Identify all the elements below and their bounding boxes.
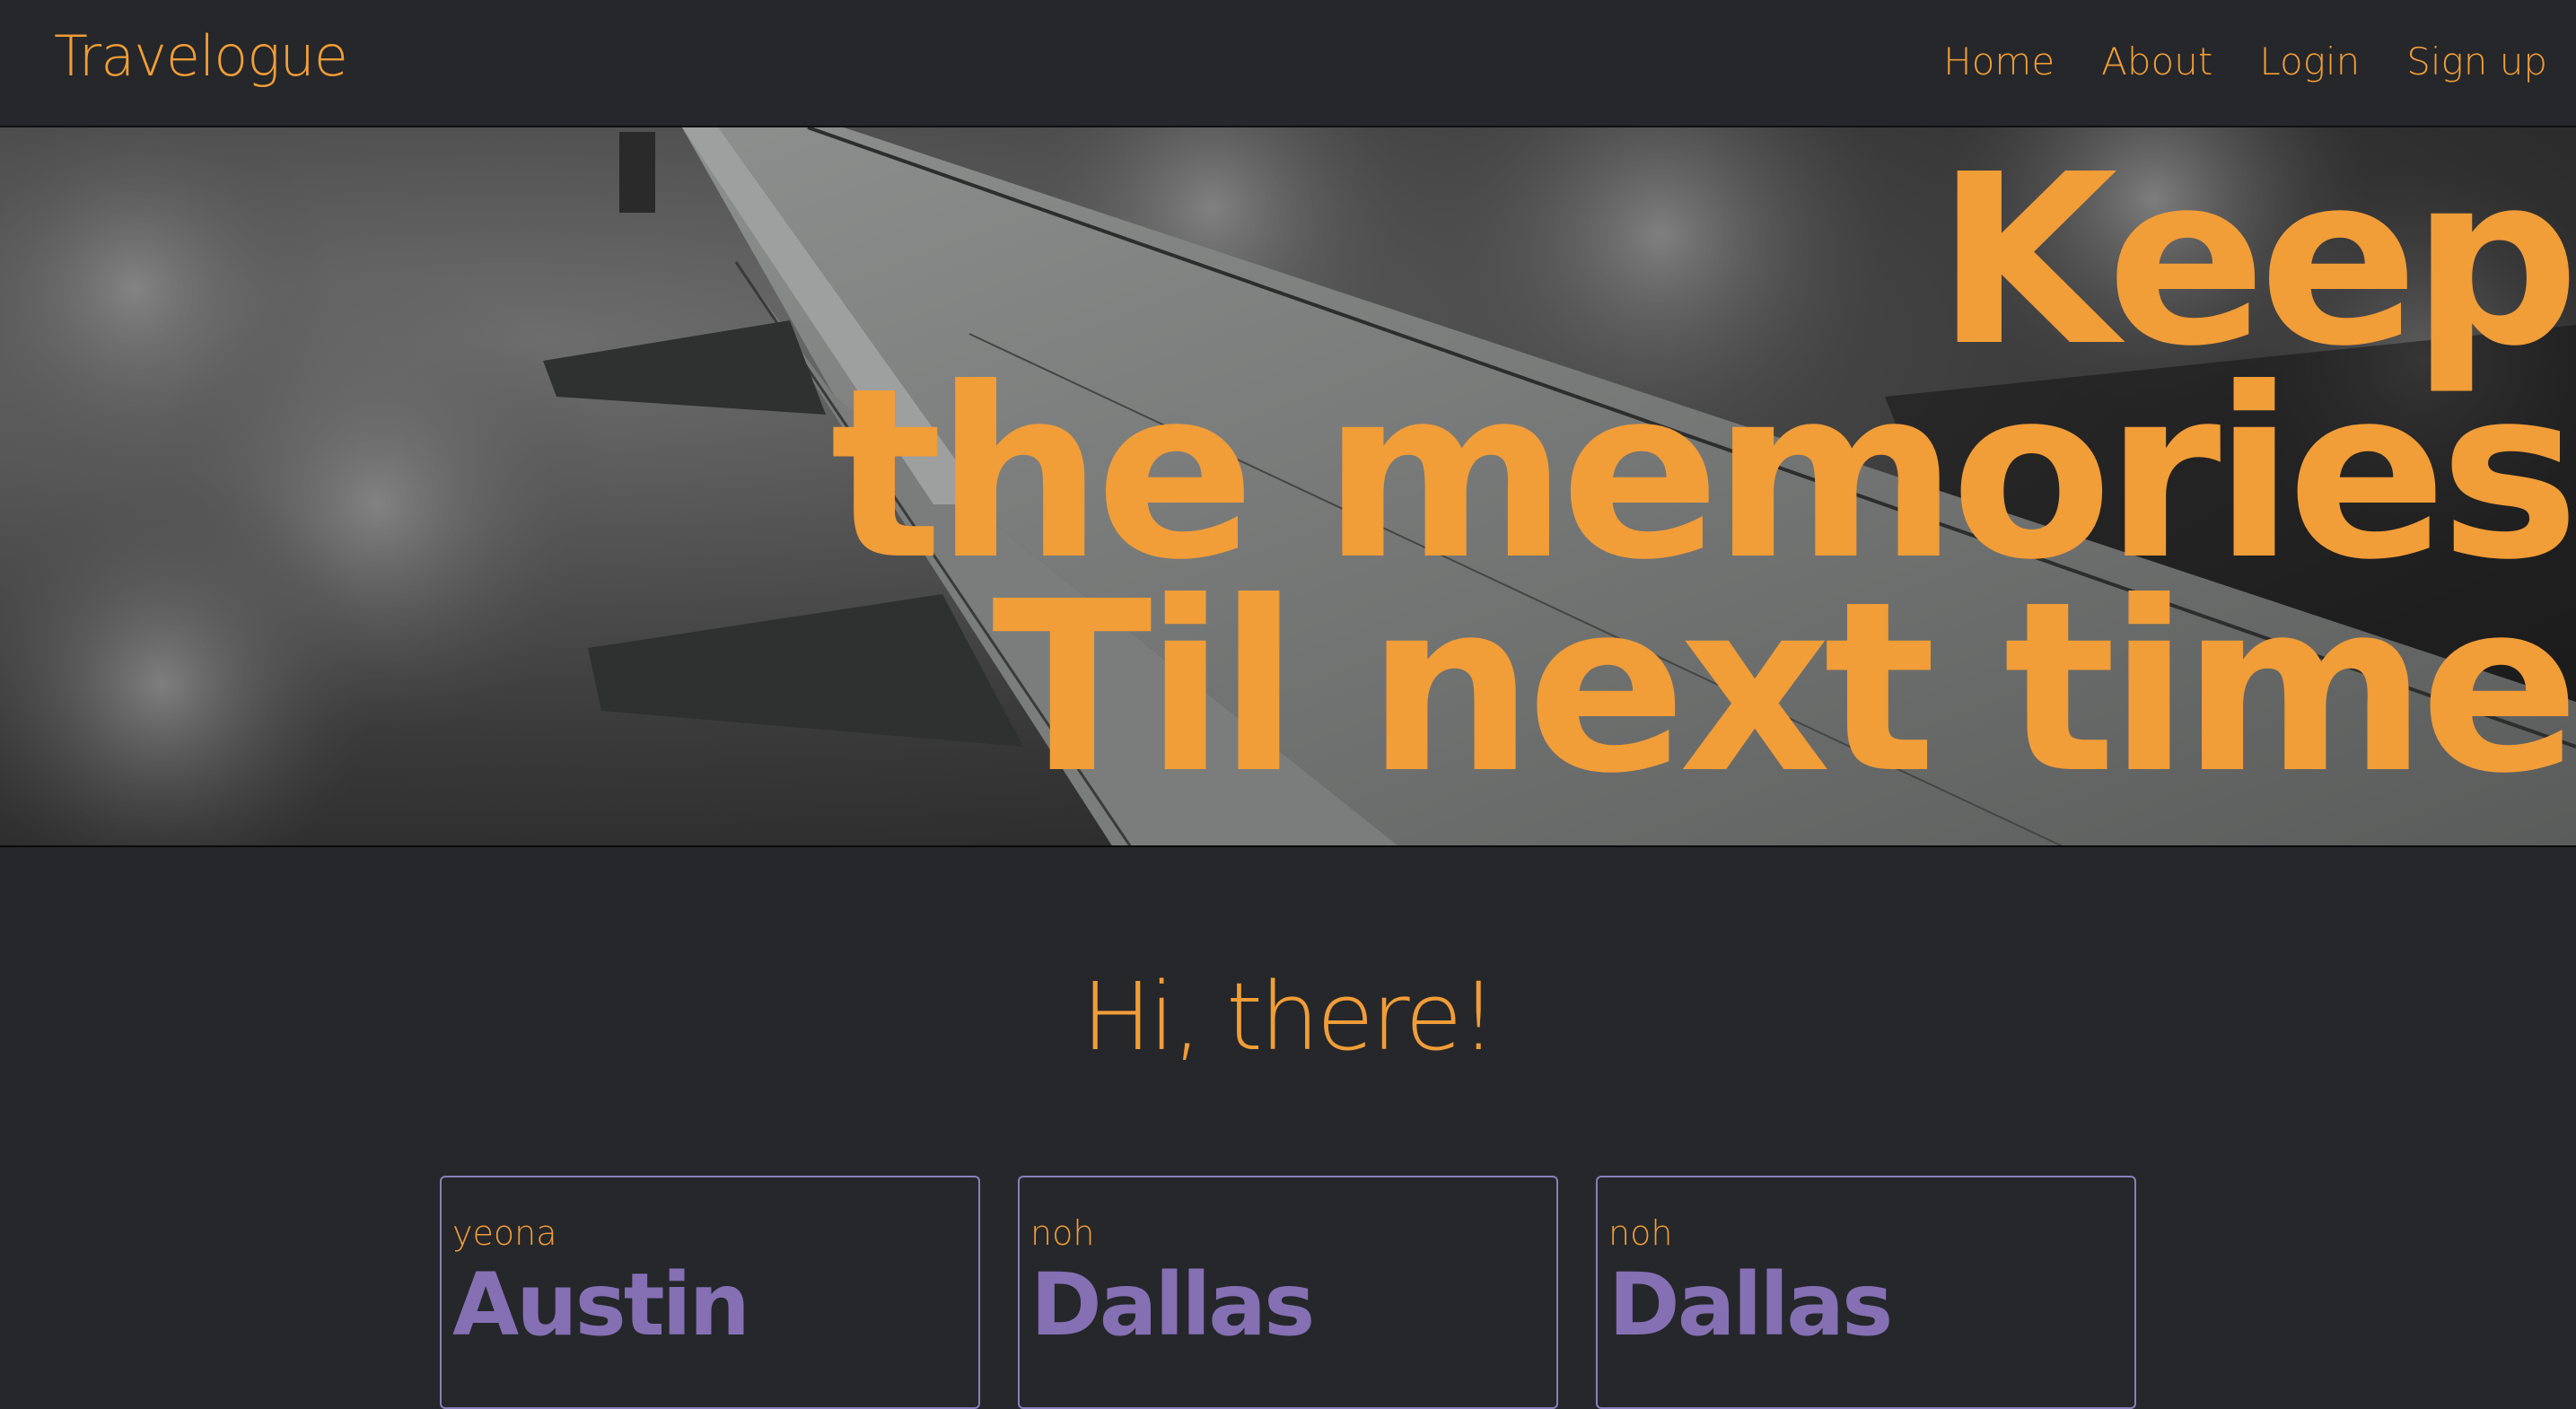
navbar: Travelogue Home About Login Sign up [0,0,2576,127]
card-city: Dallas [1030,1255,1315,1355]
hero-line-2: the memories [829,337,2576,611]
trip-card[interactable]: yeona Austin [440,1176,980,1409]
greeting-heading: Hi, there! [1081,962,1497,1072]
card-username: yeona [452,1213,557,1253]
hero-line-1: Keep [1935,127,2576,398]
nav-signup-link[interactable]: Sign up [2406,39,2547,83]
trip-cards: yeona Austin noh Dallas noh Dallas [440,1176,2136,1409]
nav-about-link[interactable]: About [2101,39,2212,83]
trip-card[interactable]: noh Dallas [1018,1176,1558,1409]
hero-line-3: Til next time [992,551,2576,825]
brand-logo[interactable]: Travelogue [54,23,348,89]
trip-card[interactable]: noh Dallas [1596,1176,2136,1409]
hero-headline: Keep the memories Til next time [829,127,2576,825]
nav-home-link[interactable]: Home [1943,39,2055,83]
card-username: noh [1030,1213,1095,1253]
nav-login-link[interactable]: Login [2259,39,2360,83]
card-city: Austin [452,1255,750,1355]
hero-banner: Keep the memories Til next time [0,127,2576,847]
nav-links: Home About Login Sign up [1943,39,2547,83]
card-city: Dallas [1608,1255,1893,1355]
card-username: noh [1608,1213,1673,1253]
